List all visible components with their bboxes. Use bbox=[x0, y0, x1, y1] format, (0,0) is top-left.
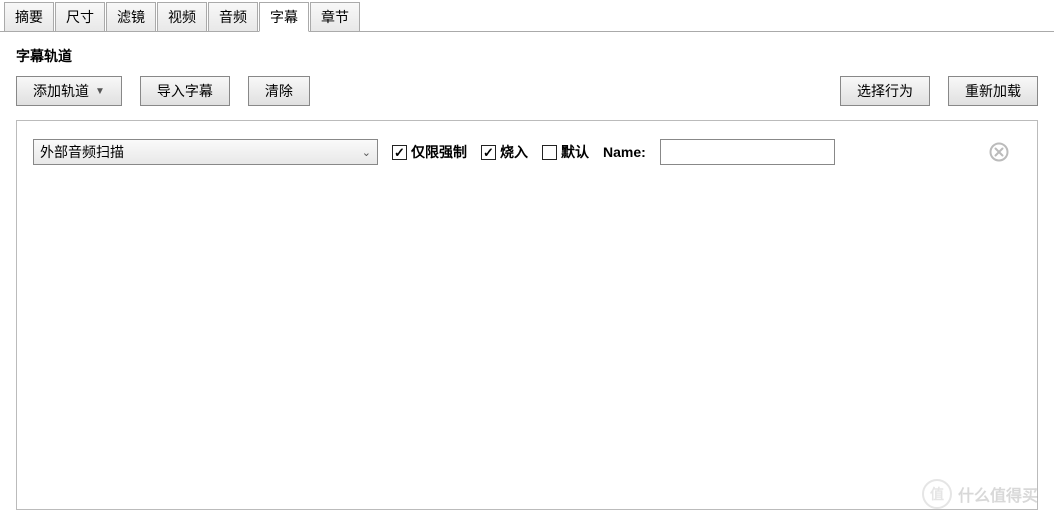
chevron-down-icon: ⌄ bbox=[362, 146, 371, 159]
reload-button[interactable]: 重新加载 bbox=[948, 76, 1038, 106]
source-dropdown-value: 外部音频扫描 bbox=[40, 142, 124, 162]
add-track-label: 添加轨道 bbox=[33, 81, 89, 101]
tab-subtitle[interactable]: 字幕 bbox=[259, 2, 309, 32]
subtitle-panel: 字幕轨道 添加轨道 ▼ 导入字幕 清除 选择行为 重新加载 外部音频扫描 ⌄ ✓… bbox=[0, 32, 1054, 524]
close-circle-icon bbox=[989, 142, 1009, 162]
name-label: Name: bbox=[603, 144, 646, 160]
tab-video[interactable]: 视频 bbox=[157, 2, 207, 32]
tab-summary[interactable]: 摘要 bbox=[4, 2, 54, 32]
track-row: 外部音频扫描 ⌄ ✓ 仅限强制 ✓ 烧入 默认 Name: bbox=[33, 139, 1021, 165]
toolbar: 添加轨道 ▼ 导入字幕 清除 选择行为 重新加载 bbox=[16, 76, 1038, 106]
burn-in-label: 烧入 bbox=[500, 142, 528, 162]
burn-in-checkbox[interactable]: ✓ 烧入 bbox=[481, 142, 528, 162]
clear-button[interactable]: 清除 bbox=[248, 76, 310, 106]
tab-bar: 摘要 尺寸 滤镜 视频 音频 字幕 章节 bbox=[0, 0, 1054, 32]
tab-chapters[interactable]: 章节 bbox=[310, 2, 360, 32]
tab-dimensions[interactable]: 尺寸 bbox=[55, 2, 105, 32]
forced-only-label: 仅限强制 bbox=[411, 142, 467, 162]
checkbox-icon: ✓ bbox=[481, 145, 496, 160]
source-dropdown[interactable]: 外部音频扫描 ⌄ bbox=[33, 139, 378, 165]
default-checkbox[interactable]: 默认 bbox=[542, 142, 589, 162]
tab-filters[interactable]: 滤镜 bbox=[106, 2, 156, 32]
dropdown-arrow-icon: ▼ bbox=[95, 86, 105, 97]
remove-track-button[interactable] bbox=[989, 142, 1009, 162]
import-subtitle-button[interactable]: 导入字幕 bbox=[140, 76, 230, 106]
tab-audio[interactable]: 音频 bbox=[208, 2, 258, 32]
checkbox-icon bbox=[542, 145, 557, 160]
track-list-panel: 外部音频扫描 ⌄ ✓ 仅限强制 ✓ 烧入 默认 Name: bbox=[16, 120, 1038, 510]
add-track-button[interactable]: 添加轨道 ▼ bbox=[16, 76, 122, 106]
select-behavior-button[interactable]: 选择行为 bbox=[840, 76, 930, 106]
name-input[interactable] bbox=[660, 139, 835, 165]
checkbox-icon: ✓ bbox=[392, 145, 407, 160]
section-title: 字幕轨道 bbox=[16, 46, 1038, 66]
forced-only-checkbox[interactable]: ✓ 仅限强制 bbox=[392, 142, 467, 162]
default-label: 默认 bbox=[561, 142, 589, 162]
